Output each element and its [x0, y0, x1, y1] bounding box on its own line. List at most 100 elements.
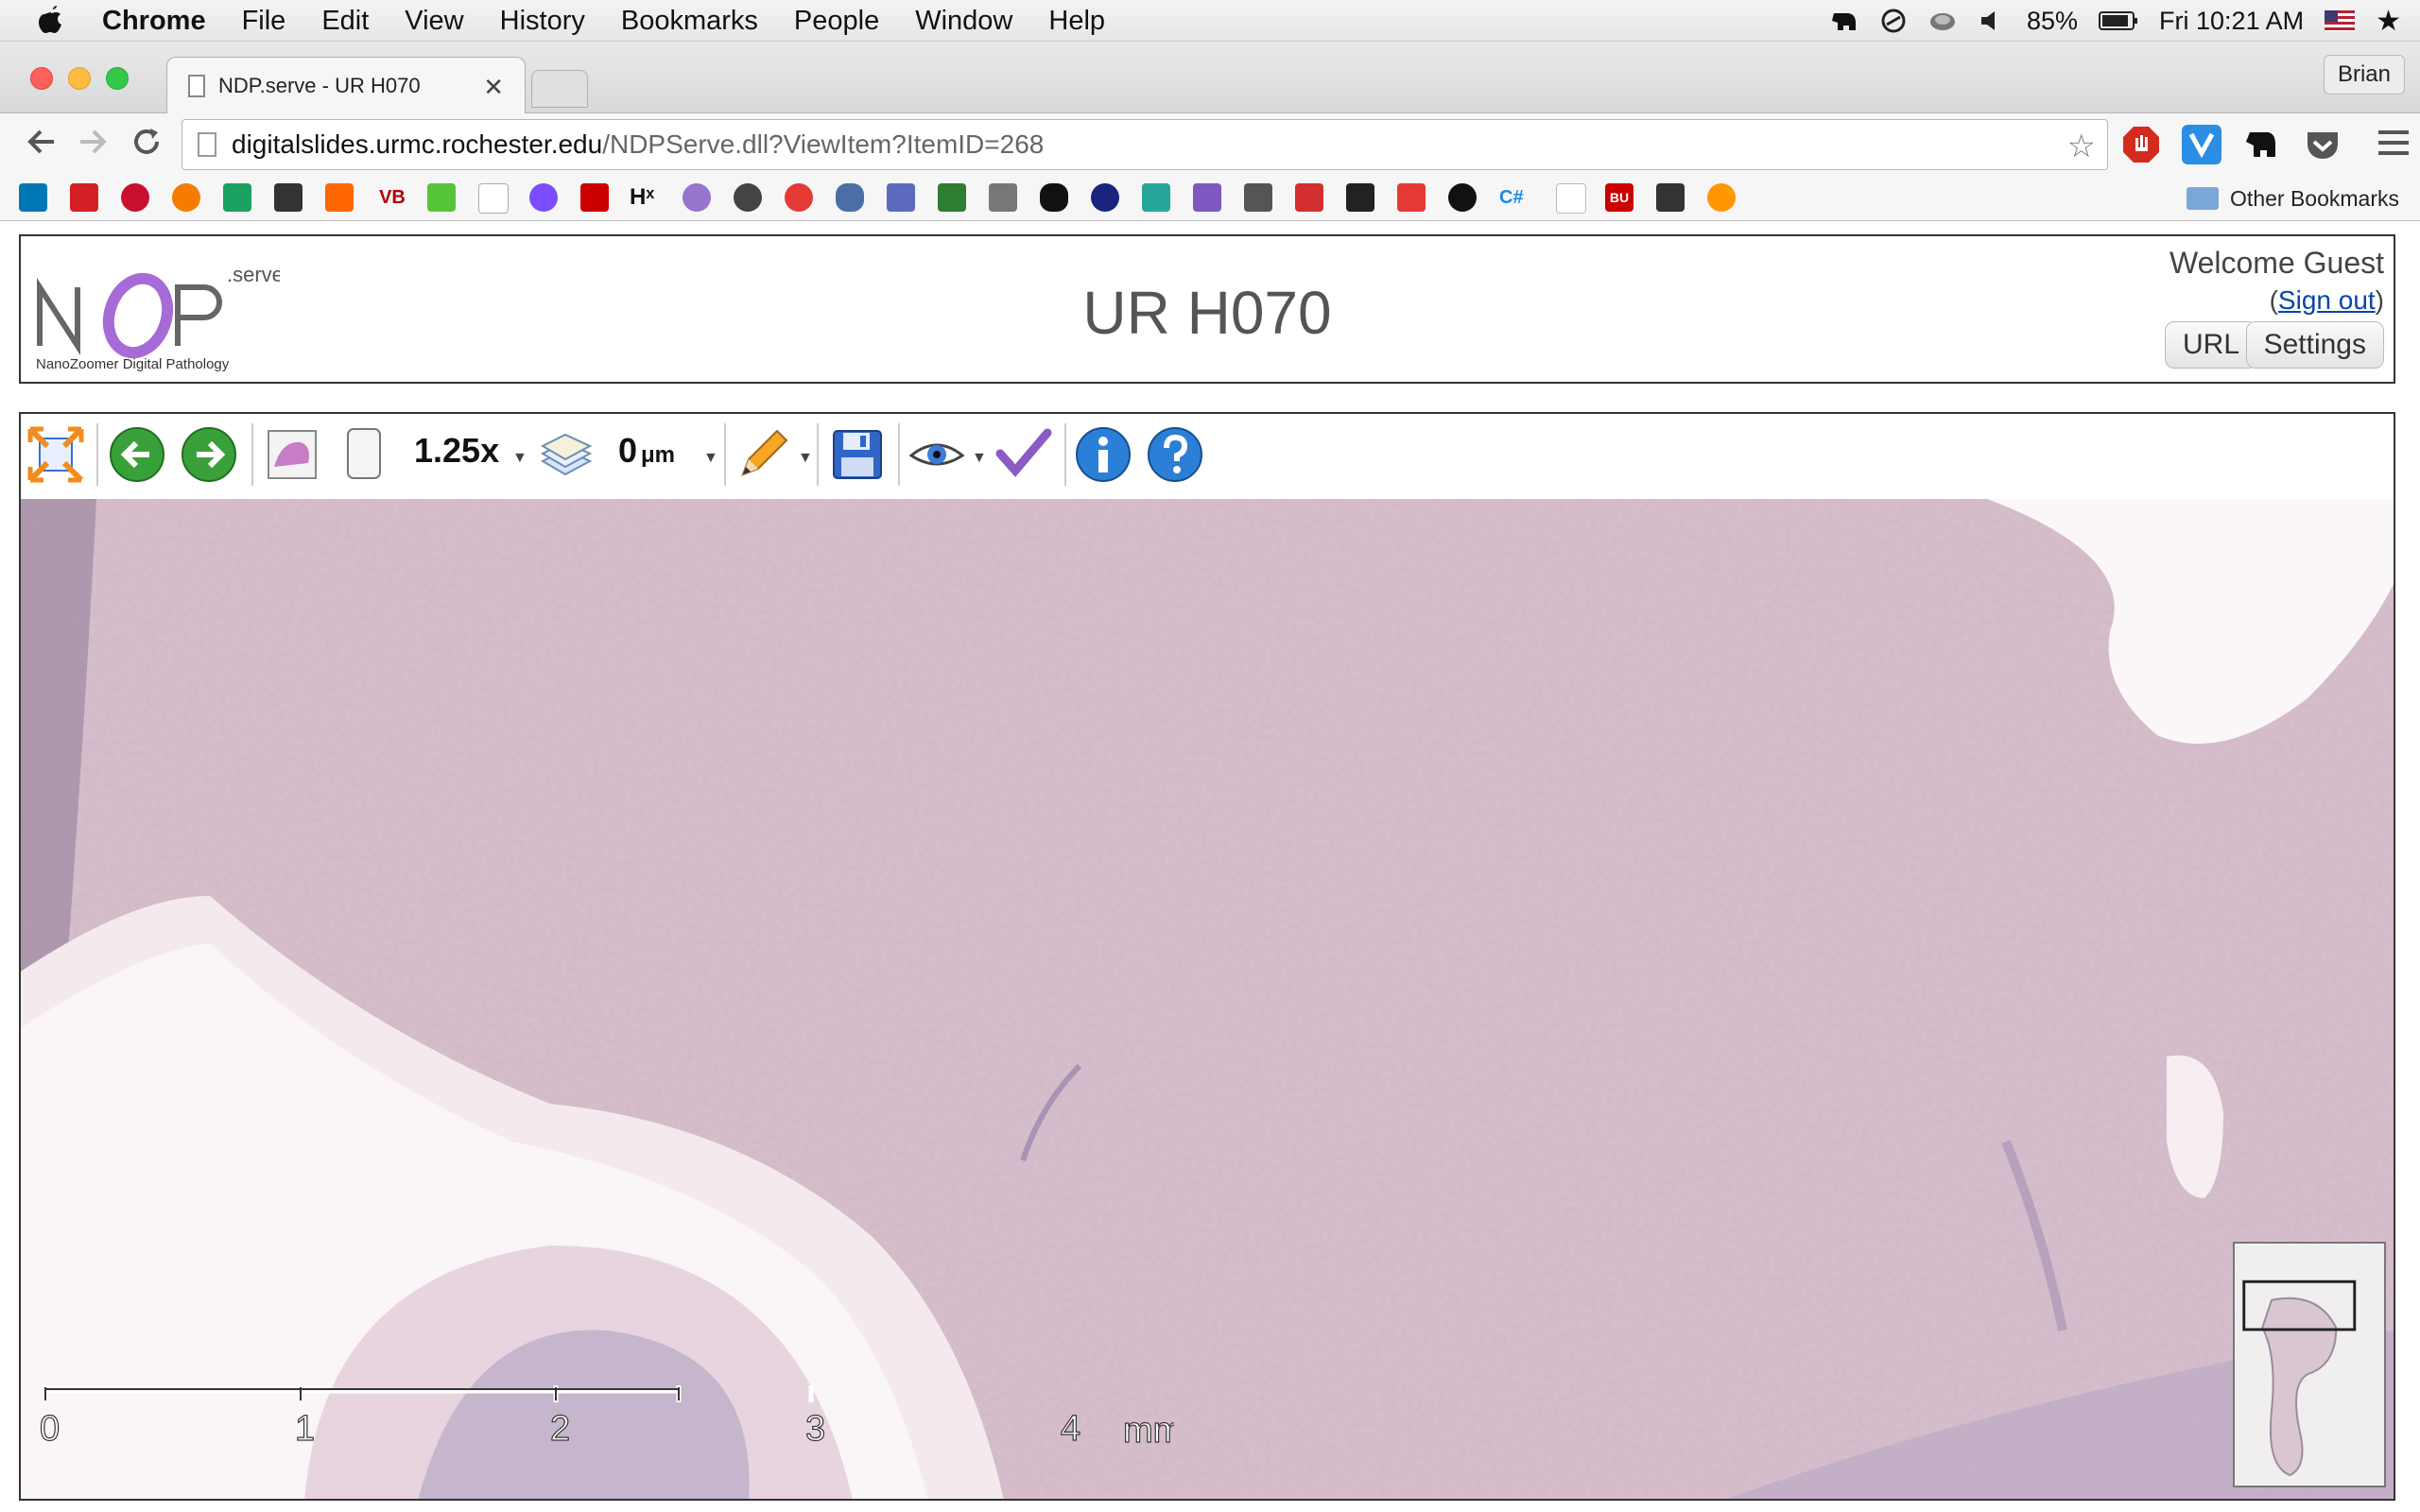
menu-app-name[interactable]: Chrome — [102, 6, 206, 37]
bookmark-icon-18[interactable] — [887, 183, 915, 212]
us-flag-input-icon[interactable] — [2325, 10, 2356, 31]
forward-green-arrow-icon[interactable] — [180, 425, 238, 484]
bookmark-icon-22[interactable] — [1091, 183, 1119, 212]
bookmark-icon-2[interactable] — [70, 183, 98, 212]
bookmark-icon-14[interactable] — [683, 183, 711, 212]
menu-history[interactable]: History — [500, 6, 585, 37]
app-press-bookmark-icon[interactable] — [734, 183, 762, 212]
focus-value[interactable]: 0 — [618, 431, 637, 471]
window-close-button[interactable] — [30, 67, 53, 90]
focus-dropdown-icon[interactable]: ▼ — [703, 450, 718, 467]
bookmark-icon-33[interactable] — [1656, 183, 1685, 212]
window-minimize-button[interactable] — [68, 67, 91, 90]
forward-button[interactable] — [72, 123, 115, 166]
menu-view[interactable]: View — [405, 6, 463, 37]
view-dropdown-icon[interactable]: ▼ — [972, 450, 987, 467]
csharp-bookmark-icon[interactable]: C# — [1499, 183, 1535, 212]
vb-bookmark-icon[interactable]: VB — [376, 183, 408, 212]
menu-file[interactable]: File — [242, 6, 286, 37]
annotation-pencil-icon[interactable] — [734, 425, 792, 484]
evernote-clipper-icon[interactable] — [2242, 125, 2282, 164]
battery-icon[interactable] — [2099, 10, 2138, 31]
help-icon[interactable] — [1146, 425, 1204, 484]
blank-page-bookmark-icon[interactable] — [1556, 183, 1586, 214]
checkmark-icon[interactable] — [994, 425, 1053, 484]
back-green-arrow-icon[interactable] — [108, 425, 166, 484]
bookmark-icon-20[interactable] — [989, 183, 1017, 212]
bookmark-icon-23[interactable] — [1142, 183, 1170, 212]
menu-clock[interactable]: Fri 10:21 AM — [2159, 7, 2304, 36]
evernote-elephant-icon[interactable] — [1830, 8, 1858, 34]
menu-people[interactable]: People — [794, 6, 879, 37]
scale-unit: mm — [1123, 1411, 1174, 1451]
save-disk-icon[interactable] — [828, 425, 887, 484]
view-eye-icon[interactable] — [908, 425, 966, 484]
bookmark-icon-5[interactable] — [223, 183, 251, 212]
volume-icon[interactable] — [1978, 8, 2006, 34]
vimium-extension-icon[interactable] — [2182, 125, 2221, 164]
url-host: digitalslides.urmc.rochester.edu — [232, 129, 603, 159]
linkedin-bookmark-icon[interactable] — [19, 183, 47, 212]
tomato-bookmark-icon[interactable] — [785, 183, 813, 212]
menu-edit[interactable]: Edit — [321, 6, 369, 37]
magnification-dropdown-icon[interactable]: ▼ — [512, 450, 527, 467]
back-arrow-icon — [27, 129, 54, 154]
chart-bookmark-icon[interactable] — [1295, 183, 1323, 212]
hacker-news-bookmark-icon[interactable] — [325, 183, 354, 212]
slide-overview-navigator[interactable] — [2233, 1242, 2386, 1487]
adblock-extension-icon[interactable] — [2121, 125, 2161, 164]
bank-bookmark-icon[interactable] — [121, 183, 149, 212]
bookmark-icon-11[interactable] — [529, 183, 558, 212]
bu-bookmark-icon[interactable]: BU — [1605, 183, 1634, 212]
bookmark-icon-34[interactable] — [1707, 183, 1736, 212]
window-zoom-button[interactable] — [106, 67, 129, 90]
sign-out-link[interactable]: Sign out — [2278, 285, 2376, 315]
layers-icon[interactable] — [537, 425, 596, 484]
profile-button[interactable]: Brian — [2323, 55, 2405, 94]
bookmark-icon-19[interactable] — [938, 183, 966, 212]
news-bookmark-icon[interactable] — [274, 183, 302, 212]
menu-help[interactable]: Help — [1048, 6, 1105, 37]
sync-status-icon[interactable] — [1879, 8, 1908, 34]
bookmark-star-icon[interactable]: ☆ — [2067, 128, 2096, 165]
histology-slide-image[interactable] — [21, 499, 2394, 1501]
other-bookmarks[interactable]: Other Bookmarks — [2187, 181, 2399, 215]
page-info-icon[interactable] — [198, 132, 216, 157]
address-bar[interactable]: digitalslides.urmc.rochester.edu/NDPServ… — [182, 119, 2108, 170]
info-icon[interactable] — [1074, 425, 1132, 484]
bookmark-icon-29[interactable] — [1448, 183, 1477, 212]
annotation-dropdown-icon[interactable]: ▼ — [798, 450, 813, 467]
menu-window[interactable]: Window — [915, 6, 1012, 37]
udemy-bookmark-icon[interactable] — [427, 183, 456, 212]
profile-name: Brian — [2337, 61, 2391, 87]
magnification-value[interactable]: 1.25x — [414, 431, 499, 471]
welcome-text: Welcome Guest — [2169, 246, 2384, 280]
bookmark-icon-25[interactable] — [1244, 183, 1272, 212]
url-button[interactable]: URL — [2164, 321, 2257, 369]
bookmark-icon-27[interactable] — [1346, 183, 1374, 212]
slide-thumbnail-icon[interactable] — [263, 425, 321, 484]
bookmark-icon-24[interactable] — [1193, 183, 1221, 212]
notification-star-icon[interactable]: ★ — [2376, 5, 2401, 38]
fit-to-screen-icon[interactable] — [26, 425, 85, 484]
plus-bookmark-icon[interactable] — [478, 183, 509, 214]
pocket-extension-icon[interactable] — [2303, 125, 2342, 164]
settings-button[interactable]: Settings — [2245, 321, 2384, 369]
chrome-menu-icon[interactable] — [2378, 130, 2409, 162]
cloud-app-icon[interactable] — [1928, 8, 1957, 34]
tab-close-icon[interactable]: ✕ — [483, 73, 504, 102]
bookmark-icon-21[interactable] — [1040, 183, 1068, 212]
database-bookmark-icon[interactable] — [836, 183, 864, 212]
back-button[interactable] — [19, 123, 62, 166]
browser-tab-active[interactable]: NDP.serve - UR H070 ✕ — [166, 57, 526, 113]
new-tab-button[interactable] — [531, 70, 588, 108]
bookmark-icon-12[interactable] — [580, 183, 609, 212]
apple-menu-icon[interactable] — [38, 4, 64, 34]
goodreads-bookmark-icon[interactable] — [172, 183, 200, 212]
reload-button[interactable] — [125, 123, 168, 166]
menu-bookmarks[interactable]: Bookmarks — [621, 6, 758, 37]
slide-label-icon[interactable] — [340, 425, 388, 484]
hx-bookmark-icon[interactable]: Hˣ — [630, 183, 666, 212]
bookmark-icon-28[interactable] — [1397, 183, 1426, 212]
settings-button-label: Settings — [2263, 329, 2366, 360]
